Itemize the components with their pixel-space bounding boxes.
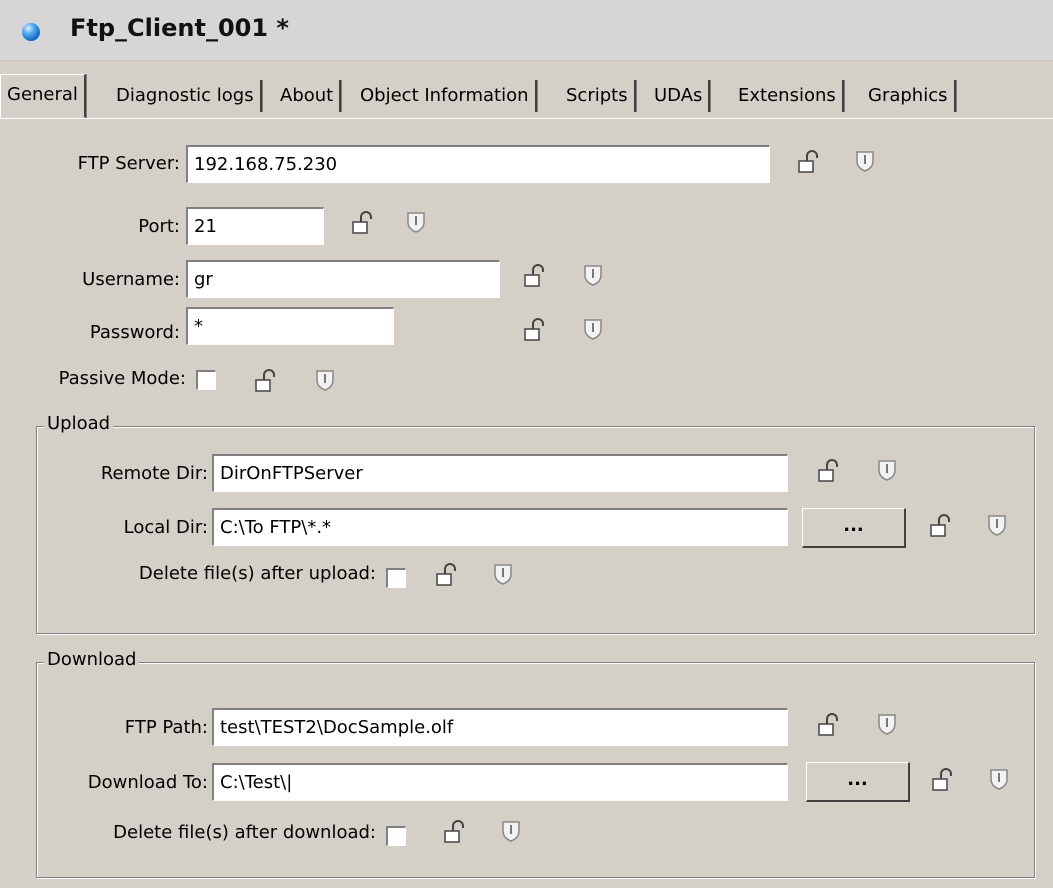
port-input[interactable]: 21 xyxy=(186,207,324,245)
upload-group-title: Upload xyxy=(44,413,114,434)
tab-object-information[interactable]: Object Information xyxy=(354,80,537,112)
object-globe-icon xyxy=(22,23,40,41)
tab-general[interactable]: General xyxy=(0,74,86,118)
ftp-server-label: FTP Server: xyxy=(77,153,180,174)
window-title: Ftp_Client_001 * xyxy=(70,14,289,42)
download-group-title: Download xyxy=(44,649,140,670)
download-to-browse-button[interactable]: ... xyxy=(806,762,910,802)
shield-icon[interactable] xyxy=(500,819,522,843)
shield-icon[interactable] xyxy=(986,513,1008,537)
username-input[interactable]: gr xyxy=(186,260,500,298)
password-label: Password: xyxy=(89,322,180,343)
shield-icon[interactable] xyxy=(988,767,1010,791)
tab-extensions[interactable]: Extensions xyxy=(732,80,844,112)
local-dir-label: Local Dir: xyxy=(123,517,208,538)
download-to-label: Download To: xyxy=(87,772,208,793)
passive-mode-label: Passive Mode: xyxy=(58,368,186,389)
tab-about[interactable]: About xyxy=(274,80,342,112)
port-label: Port: xyxy=(138,216,180,237)
shield-icon[interactable] xyxy=(876,712,898,736)
unlocked-padlock-icon[interactable] xyxy=(818,713,840,737)
shield-icon[interactable] xyxy=(582,317,604,341)
unlocked-padlock-icon[interactable] xyxy=(436,563,458,587)
local-dir-browse-button[interactable]: ... xyxy=(802,508,906,548)
unlocked-padlock-icon[interactable] xyxy=(818,459,840,483)
ftp-path-input[interactable]: test\TEST2\DocSample.olf xyxy=(212,708,788,746)
unlocked-padlock-icon[interactable] xyxy=(524,318,546,342)
shield-icon[interactable] xyxy=(582,263,604,287)
unlocked-padlock-icon[interactable] xyxy=(352,211,374,235)
tab-scripts[interactable]: Scripts xyxy=(560,80,636,112)
remote-dir-label: Remote Dir: xyxy=(100,463,208,484)
unlocked-padlock-icon[interactable] xyxy=(524,264,546,288)
shield-icon[interactable] xyxy=(854,149,876,173)
passive-mode-checkbox[interactable] xyxy=(196,370,216,390)
download-to-input[interactable]: C:\Test\| xyxy=(212,763,788,801)
password-input[interactable]: * xyxy=(186,307,394,345)
unlocked-padlock-icon[interactable] xyxy=(444,820,466,844)
tab-graphics[interactable]: Graphics xyxy=(862,80,956,112)
local-dir-input[interactable]: C:\To FTP\*.* xyxy=(212,508,788,546)
ftp-path-label: FTP Path: xyxy=(124,717,208,738)
title-bar: Ftp_Client_001 * xyxy=(0,0,1053,61)
remote-dir-input[interactable]: DirOnFTPServer xyxy=(212,454,788,492)
username-label: Username: xyxy=(82,269,180,290)
tab-diagnostic-logs[interactable]: Diagnostic logs xyxy=(110,80,262,112)
unlocked-padlock-icon[interactable] xyxy=(798,150,820,174)
shield-icon[interactable] xyxy=(314,368,336,392)
shield-icon[interactable] xyxy=(876,458,898,482)
delete-after-upload-checkbox[interactable] xyxy=(386,568,406,588)
unlocked-padlock-icon[interactable] xyxy=(932,768,954,792)
unlocked-padlock-icon[interactable] xyxy=(255,369,277,393)
shield-icon[interactable] xyxy=(405,210,427,234)
delete-after-download-checkbox[interactable] xyxy=(386,826,406,846)
tab-udas[interactable]: UDAs xyxy=(648,80,711,112)
delete-after-download-label: Delete file(s) after download: xyxy=(113,822,376,843)
unlocked-padlock-icon[interactable] xyxy=(930,514,952,538)
ftp-server-input[interactable]: 192.168.75.230 xyxy=(186,145,770,183)
tab-strip: General Diagnostic logs About Object Inf… xyxy=(0,74,1053,119)
shield-icon[interactable] xyxy=(492,562,514,586)
delete-after-upload-label: Delete file(s) after upload: xyxy=(138,563,376,584)
